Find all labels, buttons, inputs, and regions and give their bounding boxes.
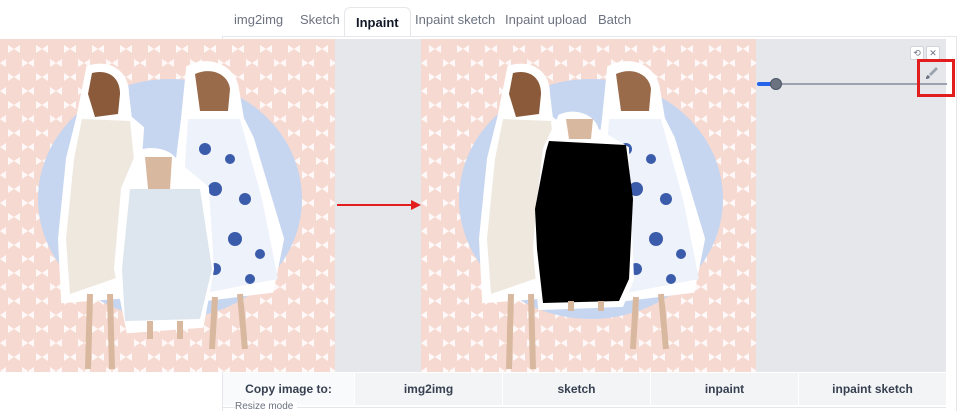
- tab-inpaint[interactable]: Inpaint: [344, 7, 411, 37]
- copy-image-row: Copy image to: img2img sketch inpaint in…: [223, 373, 946, 405]
- brush-size-handle[interactable]: [770, 78, 782, 90]
- tab-inpaint-upload[interactable]: Inpaint upload: [505, 10, 587, 36]
- source-image: [0, 39, 335, 372]
- tab-bar: img2img Sketch Inpaint Inpaint sketch In…: [222, 0, 957, 37]
- undo-icon[interactable]: ⟲: [910, 46, 924, 60]
- tab-inpaint-sketch[interactable]: Inpaint sketch: [415, 10, 495, 36]
- mask-image[interactable]: [421, 39, 756, 372]
- resize-mode-label: Resize mode: [235, 401, 298, 412]
- brush-highlight-box: [917, 59, 955, 97]
- copy-to-img2img-button[interactable]: img2img: [354, 373, 502, 405]
- divider: [223, 407, 946, 408]
- copy-to-sketch-button[interactable]: sketch: [502, 373, 650, 405]
- copy-to-inpaint-button[interactable]: inpaint: [650, 373, 798, 405]
- tab-img2img[interactable]: img2img: [234, 10, 283, 36]
- tab-batch[interactable]: Batch: [598, 10, 631, 36]
- close-icon[interactable]: ✕: [926, 46, 940, 60]
- tab-sketch[interactable]: Sketch: [300, 10, 340, 36]
- copy-to-inpaint-sketch-button[interactable]: inpaint sketch: [798, 373, 946, 405]
- arrow-icon: [337, 200, 421, 210]
